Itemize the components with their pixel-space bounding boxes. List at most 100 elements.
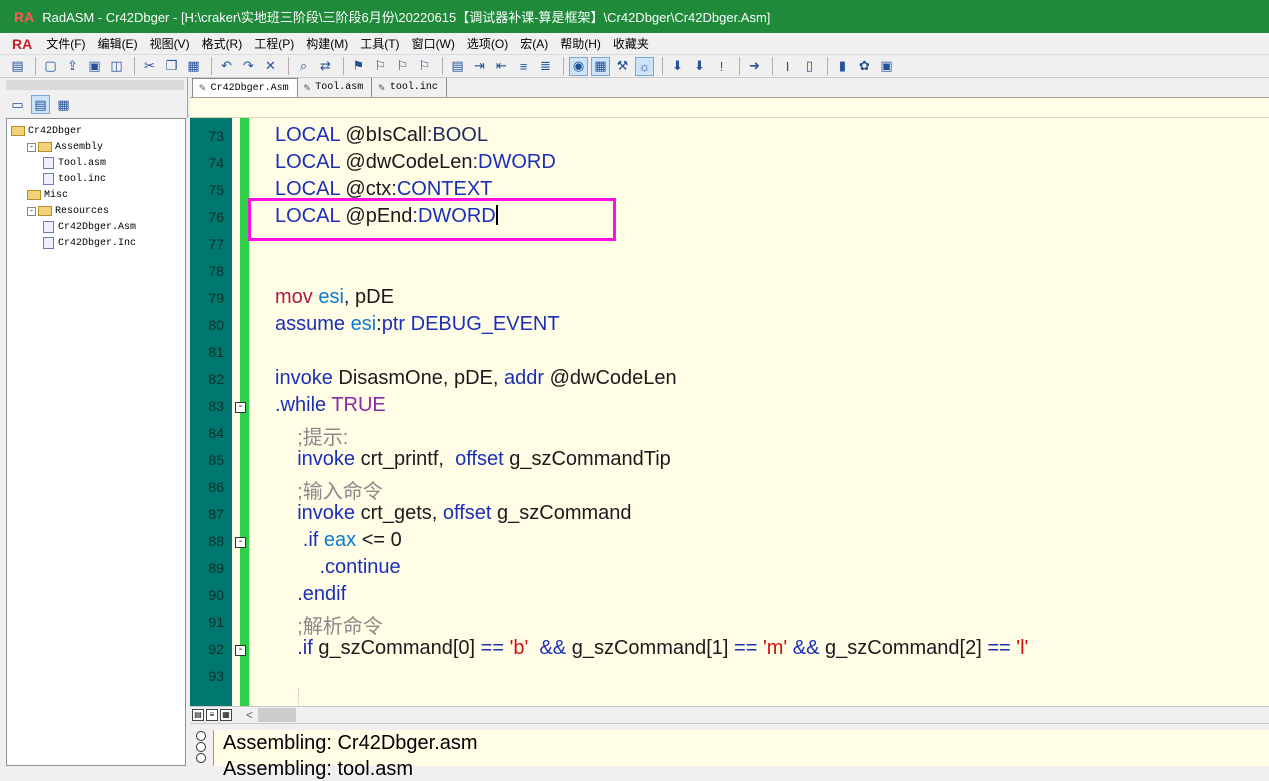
cut-icon[interactable]: ✂ [140,57,159,76]
bookmark-prev-icon[interactable]: ⚐ [393,57,412,76]
tree-item[interactable]: - Resources [7,203,185,219]
tree-item[interactable]: Cr42Dbger.Inc [7,235,185,251]
document-icon[interactable]: ▯ [800,57,819,76]
menu-item[interactable]: 窗口(W) [406,35,461,52]
code-line[interactable]: invoke DisasmOne, pDE, addr @dwCodeLen [275,367,677,390]
fold-toggle-icon[interactable]: - [235,402,246,413]
code-line[interactable]: .if g_szCommand[0] == 'b' && g_szCommand… [275,637,1028,660]
undo-icon[interactable]: ↶ [217,57,236,76]
tree-item[interactable]: Cr42Dbger.Asm [7,219,185,235]
code-line[interactable]: .endif [275,583,346,606]
go-icon[interactable]: ! [712,57,731,76]
view-mode-icon-1[interactable]: ▤ [192,709,204,721]
copy-icon[interactable]: ❐ [162,57,181,76]
view-project-icon[interactable]: ◉ [569,56,588,76]
save-icon[interactable]: ▣ [85,57,104,76]
indent-icon[interactable]: ⇥ [470,57,489,76]
menu-item[interactable]: 宏(A) [514,35,554,52]
outdent-icon[interactable]: ⇤ [492,57,511,76]
color-bars-icon[interactable]: ▮ [833,57,852,76]
code-line[interactable]: assume esi:ptr DEBUG_EVENT [275,313,560,336]
code-line[interactable]: ;解析命令 [275,610,383,639]
line-number: 93 [208,668,224,684]
tab-file[interactable]: ✎ Tool.asm [298,78,373,97]
tree-item[interactable]: Cr42Dbger [7,123,185,139]
tab-label: Cr42Dbger.Asm [210,82,289,94]
view-properties-icon[interactable]: ▦ [591,56,610,76]
preview-icon[interactable]: ▣ [877,57,896,76]
tree-item[interactable]: Misc [7,187,185,203]
outline-icon[interactable]: ▤ [448,57,467,76]
code-line[interactable]: ;输入命令 [275,475,383,504]
code-line[interactable]: LOCAL @pEnd:DWORD [275,205,498,228]
tab-file[interactable]: ✎ Cr42Dbger.Asm [192,78,298,97]
menu-item[interactable]: 收藏夹 [607,35,655,52]
new-file-icon[interactable]: ▢ [41,57,60,76]
collapse-icon[interactable]: - [27,206,36,216]
code-token: crt_gets, [360,502,443,524]
file-icon [43,237,54,249]
menu-item[interactable]: 工程(P) [248,35,300,52]
fold-toggle-icon[interactable]: - [235,537,246,548]
tab-file[interactable]: ✎ tool.inc [372,78,447,97]
build-icon[interactable]: ⬇ [690,57,709,76]
run-icon[interactable]: ➜ [745,57,764,76]
open-file-icon[interactable]: ⇪ [63,57,82,76]
uncomment-icon[interactable]: ≣ [536,57,555,76]
view-mode-icon-2[interactable]: ≡ [206,709,218,721]
paste-icon[interactable]: ▦ [184,57,203,76]
menu-item[interactable]: 编辑(E) [92,35,144,52]
menu-item[interactable]: 格式(R) [196,35,249,52]
code-line[interactable]: .if eax <= 0 [275,529,402,552]
palette-icon[interactable]: ✿ [855,57,874,76]
collapse-icon[interactable]: - [27,142,36,152]
toolbar-separator [134,57,135,75]
fold-toggle-icon[interactable]: - [235,645,246,656]
assemble-icon[interactable]: ⬇ [668,57,687,76]
tree-item[interactable]: tool.inc [7,171,185,187]
output-splitter[interactable] [190,723,1269,730]
code-line[interactable]: invoke crt_gets, offset g_szCommand [275,502,631,525]
text-cursor-icon[interactable]: I [778,57,797,76]
menu-item[interactable]: 工具(T) [354,35,405,52]
code-line[interactable]: invoke crt_printf, offset g_szCommandTip [275,448,671,471]
menu-item[interactable]: 帮助(H) [554,35,607,52]
menu-app-icon[interactable]: RA [12,36,32,52]
code-line[interactable]: ;提示: [275,421,348,450]
tree-item[interactable]: - Assembly [7,139,185,155]
menu-item[interactable]: 视图(V) [144,35,196,52]
comment-icon[interactable]: ≡ [514,57,533,76]
bookmark-next-icon[interactable]: ⚐ [371,57,390,76]
view-mode-icon-3[interactable]: ▦ [220,709,232,721]
replace-icon[interactable]: ⇄ [316,57,335,76]
code-line[interactable]: LOCAL @dwCodeLen:DWORD [275,151,556,174]
panel-grip[interactable] [6,80,184,90]
hscroll-thumb[interactable] [258,708,296,722]
bookmark-toggle-icon[interactable]: ⚑ [349,57,368,76]
code-line[interactable]: LOCAL @bIsCall:BOOL [275,124,488,147]
scroll-left-icon[interactable]: < [246,708,253,722]
output-window-icon[interactable]: ☼ [635,56,654,76]
tree-item[interactable]: Tool.asm [7,155,185,171]
project-view-icon[interactable]: ▤ [31,95,50,114]
file-view-icon[interactable]: ▦ [54,95,73,114]
code-line[interactable]: .continue [275,556,400,579]
tools-icon[interactable]: ⚒ [613,57,632,76]
delete-icon[interactable]: ✕ [261,57,280,76]
toolbar-separator [772,57,773,75]
code-token: @dwCodeLen [549,367,677,389]
bookmark-clear-icon[interactable]: ⚐ [415,57,434,76]
menu-item[interactable]: 选项(O) [461,35,514,52]
menu-item[interactable]: 文件(F) [40,35,91,52]
menu-item[interactable]: 构建(M) [300,35,354,52]
code-editor[interactable]: 73 LOCAL @bIsCall:BOOL 74 LOCAL @dwCodeLen:… [190,118,1269,706]
print-icon[interactable]: ▤ [8,57,27,76]
open-folder-icon[interactable]: ▭ [8,95,27,114]
find-icon[interactable]: ⌕ [294,57,313,76]
code-line[interactable]: .while TRUE [275,394,386,417]
code-token: @pEnd [345,205,413,227]
code-line[interactable]: LOCAL @ctx:CONTEXT [275,178,492,201]
save-all-icon[interactable]: ◫ [107,57,126,76]
code-line[interactable]: mov esi, pDE [275,286,394,309]
redo-icon[interactable]: ↷ [239,57,258,76]
